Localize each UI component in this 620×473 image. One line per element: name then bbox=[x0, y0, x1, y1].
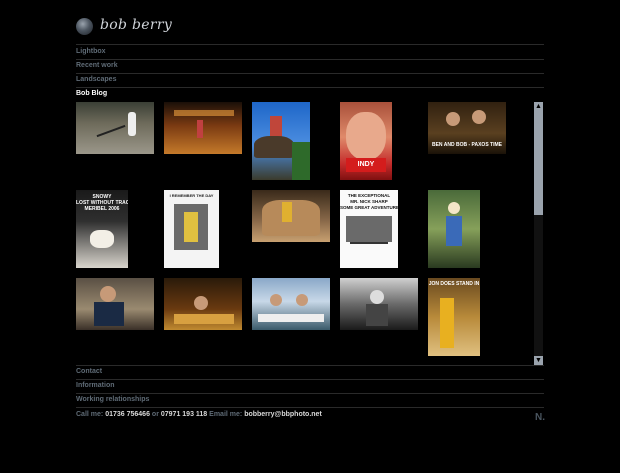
thumbnail-11[interactable] bbox=[76, 278, 154, 330]
nav-lightbox[interactable]: Lightbox bbox=[76, 45, 544, 59]
nav-landscapes[interactable]: Landscapes bbox=[76, 73, 544, 87]
logo-icon[interactable] bbox=[76, 18, 93, 35]
thumbnail-15[interactable]: JON DOES STAND IN bbox=[428, 278, 480, 356]
thumbnail-5[interactable]: BEN AND BOB - PAXOS TIME bbox=[428, 102, 506, 154]
thumbnail-12[interactable] bbox=[164, 278, 242, 330]
thumbnail-6[interactable]: SNOWY LOST WITHOUT TRACE MERIBEL 2006 bbox=[76, 190, 128, 268]
or-text: or bbox=[151, 411, 159, 418]
phone-number-1[interactable]: 01736 756466 bbox=[105, 411, 150, 418]
thumbnail-4[interactable]: INDY bbox=[340, 102, 392, 180]
thumbnail-13[interactable] bbox=[252, 278, 330, 330]
thumbnail-2[interactable] bbox=[164, 102, 242, 154]
nav-information[interactable]: Information bbox=[76, 379, 544, 393]
gallery-scrollbar-thumb[interactable] bbox=[534, 111, 543, 215]
email-label: Email me: bbox=[209, 411, 243, 418]
nav-working-relationships[interactable]: Working relationships bbox=[76, 393, 544, 407]
scroll-up-icon[interactable]: ▲ bbox=[534, 102, 543, 111]
call-label: Call me: bbox=[76, 411, 104, 418]
scroll-down-icon[interactable]: ▼ bbox=[534, 356, 543, 365]
caption: JON DOES STAND IN bbox=[428, 281, 480, 287]
thumbnail-3[interactable] bbox=[252, 102, 310, 180]
nav-bob-blog[interactable]: Bob Blog bbox=[76, 87, 544, 101]
thumbnail-8[interactable] bbox=[252, 190, 330, 242]
contact-footer: Call me: 01736 756466 or 07971 193 118 E… bbox=[76, 411, 322, 418]
thumbnail-gallery: INDY BEN AND BOB - PAXOS TIME SNOWY LOST… bbox=[74, 100, 529, 362]
email-link[interactable]: bobberry@bbphoto.net bbox=[244, 411, 322, 418]
thumbnail-7[interactable]: I REMEMBER THE DAY bbox=[164, 190, 219, 268]
caption: SNOWY LOST WITHOUT TRACE MERIBEL 2006 bbox=[76, 194, 128, 212]
nav-recent-work[interactable]: Recent work bbox=[76, 59, 544, 73]
caption: I REMEMBER THE DAY bbox=[169, 193, 214, 198]
caption: THE EXCEPTIONAL MR. NICK SHARP SOME GREA… bbox=[340, 193, 398, 210]
caption: BEN AND BOB - PAXOS TIME bbox=[431, 142, 502, 148]
divider bbox=[76, 407, 544, 408]
n-mark-logo[interactable]: N. bbox=[535, 412, 545, 423]
nav-contact[interactable]: Contact bbox=[76, 365, 544, 379]
thumbnail-1[interactable] bbox=[76, 102, 154, 154]
thumbnail-10[interactable] bbox=[428, 190, 480, 268]
thumbnail-9[interactable]: THE EXCEPTIONAL MR. NICK SHARP SOME GREA… bbox=[340, 190, 398, 268]
thumbnail-14[interactable] bbox=[340, 278, 418, 330]
site-logo-text[interactable]: bob berry bbox=[100, 17, 172, 33]
phone-number-2[interactable]: 07971 193 118 bbox=[161, 411, 207, 418]
